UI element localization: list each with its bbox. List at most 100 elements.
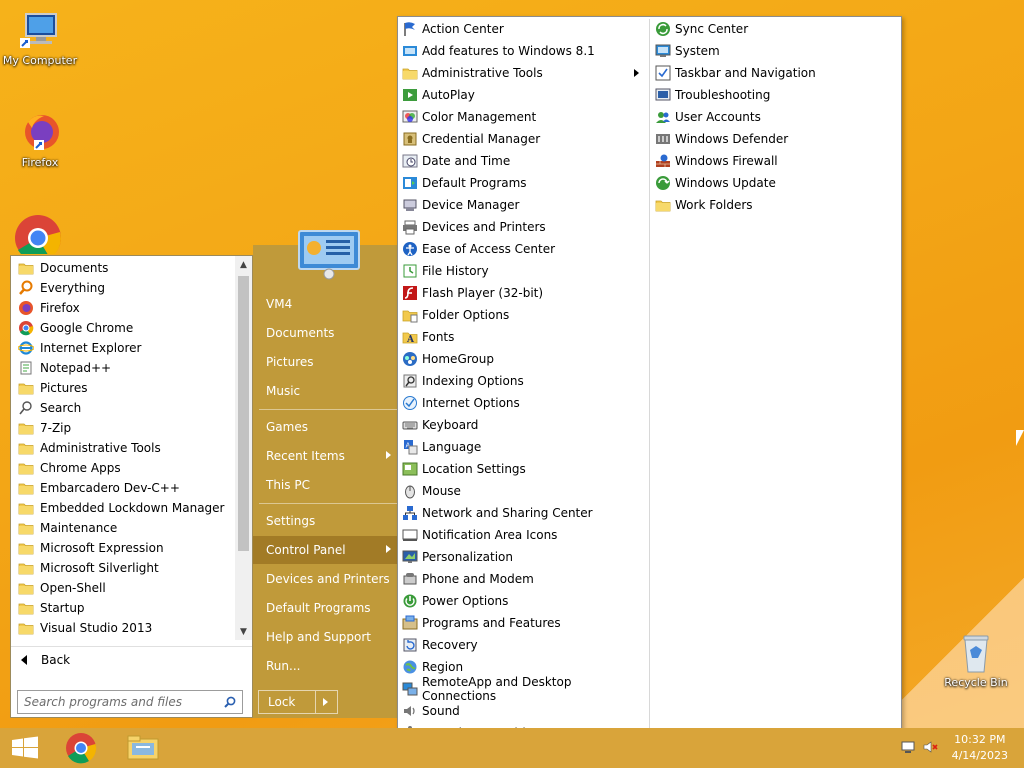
control-panel-item[interactable]: Windows Firewall bbox=[651, 150, 901, 172]
program-item[interactable]: Administrative Tools bbox=[11, 438, 237, 458]
control-panel-item[interactable]: Taskbar and Navigation bbox=[651, 62, 901, 84]
network-tray-icon[interactable] bbox=[900, 740, 916, 754]
control-panel-item[interactable]: A Language bbox=[398, 436, 649, 458]
control-panel-item[interactable]: Phone and Modem bbox=[398, 568, 649, 590]
volume-muted-icon[interactable] bbox=[922, 740, 938, 754]
control-panel-item[interactable]: Administrative Tools bbox=[398, 62, 649, 84]
start-menu-item-label: Help and Support bbox=[266, 630, 371, 644]
start-menu-item-control-panel[interactable]: Control Panel bbox=[253, 536, 397, 564]
program-item[interactable]: Microsoft Expression bbox=[11, 538, 237, 558]
start-menu-item-games[interactable]: Games bbox=[253, 413, 397, 441]
control-panel-item[interactable]: Credential Manager bbox=[398, 128, 649, 150]
control-panel-item[interactable]: Keyboard bbox=[398, 414, 649, 436]
control-panel-item[interactable]: Ease of Access Center bbox=[398, 238, 649, 260]
start-menu-item-documents[interactable]: Documents bbox=[253, 319, 397, 347]
control-panel-item[interactable]: Add features to Windows 8.1 bbox=[398, 40, 649, 62]
control-panel-item[interactable]: Personalization bbox=[398, 546, 649, 568]
back-button[interactable]: Back bbox=[11, 646, 252, 672]
start-menu-item-default-programs[interactable]: Default Programs bbox=[253, 594, 397, 622]
program-item[interactable]: Google Chrome bbox=[11, 318, 237, 338]
control-panel-item-label: Personalization bbox=[422, 550, 513, 564]
control-panel-item[interactable]: A Fonts bbox=[398, 326, 649, 348]
control-panel-item[interactable]: Programs and Features bbox=[398, 612, 649, 634]
program-item[interactable]: Pictures bbox=[11, 378, 237, 398]
update-icon bbox=[655, 175, 671, 191]
user-picture[interactable] bbox=[298, 230, 360, 280]
start-menu-item-this-pc[interactable]: This PC bbox=[253, 471, 397, 499]
start-button[interactable] bbox=[4, 731, 46, 765]
control-panel-item[interactable]: Indexing Options bbox=[398, 370, 649, 392]
control-panel-item[interactable]: Action Center bbox=[398, 18, 649, 40]
start-menu-item-pictures[interactable]: Pictures bbox=[253, 348, 397, 376]
desktop-icon-recycle-bin[interactable]: Recycle Bin bbox=[936, 632, 1016, 689]
scrollbar-thumb[interactable] bbox=[238, 276, 249, 551]
taskbar-file-explorer-button[interactable] bbox=[122, 731, 164, 765]
desktop-icon-my-computer[interactable]: My Computer bbox=[0, 10, 80, 67]
chevron-right-icon bbox=[634, 69, 639, 77]
program-item[interactable]: Embarcadero Dev-C++ bbox=[11, 478, 237, 498]
control-panel-item[interactable]: AutoPlay bbox=[398, 84, 649, 106]
lock-button[interactable]: Lock bbox=[258, 690, 338, 714]
program-item[interactable]: Documents bbox=[11, 258, 237, 278]
program-item[interactable]: 7-Zip bbox=[11, 418, 237, 438]
program-item[interactable]: Firefox bbox=[11, 298, 237, 318]
desktop-icon-chrome-partial[interactable] bbox=[14, 214, 62, 254]
control-panel-item[interactable]: Windows Update bbox=[651, 172, 901, 194]
control-panel-item-label: Language bbox=[422, 440, 482, 454]
control-panel-item[interactable]: Power Options bbox=[398, 590, 649, 612]
start-menu-item-help-and-support[interactable]: Help and Support bbox=[253, 623, 397, 651]
search-icon[interactable] bbox=[224, 696, 236, 708]
control-panel-item[interactable]: User Accounts bbox=[651, 106, 901, 128]
control-panel-item[interactable]: Windows Defender bbox=[651, 128, 901, 150]
start-menu-item-settings[interactable]: Settings bbox=[253, 507, 397, 535]
control-panel-item[interactable]: HomeGroup bbox=[398, 348, 649, 370]
program-item[interactable]: Startup bbox=[11, 598, 237, 618]
control-panel-item[interactable]: Troubleshooting bbox=[651, 84, 901, 106]
control-panel-item[interactable]: Sync Center bbox=[651, 18, 901, 40]
control-panel-item[interactable]: Devices and Printers bbox=[398, 216, 649, 238]
program-item[interactable]: Internet Explorer bbox=[11, 338, 237, 358]
program-item[interactable]: Chrome Apps bbox=[11, 458, 237, 478]
control-panel-item[interactable]: Flash Player (32-bit) bbox=[398, 282, 649, 304]
program-item[interactable]: Notepad++ bbox=[11, 358, 237, 378]
programs-scrollbar[interactable]: ▲ ▼ bbox=[235, 256, 252, 640]
start-menu-item-run[interactable]: Run... bbox=[253, 652, 397, 680]
control-panel-item[interactable]: Notification Area Icons bbox=[398, 524, 649, 546]
program-item[interactable]: Open-Shell bbox=[11, 578, 237, 598]
control-panel-item[interactable]: RemoteApp and Desktop Connections bbox=[398, 675, 649, 703]
program-item[interactable]: Maintenance bbox=[11, 518, 237, 538]
program-item[interactable]: Embedded Lockdown Manager bbox=[11, 498, 237, 518]
program-item[interactable]: Everything bbox=[11, 278, 237, 298]
control-panel-item[interactable]: Date and Time bbox=[398, 150, 649, 172]
start-menu-item-vm4[interactable]: VM4 bbox=[253, 290, 397, 318]
control-panel-item[interactable]: Internet Options bbox=[398, 392, 649, 414]
control-panel-item[interactable]: Location Settings bbox=[398, 458, 649, 480]
control-panel-item-label: Phone and Modem bbox=[422, 572, 534, 586]
control-panel-item[interactable]: Recovery bbox=[398, 634, 649, 656]
search-input[interactable]: Search programs and files bbox=[17, 690, 243, 714]
program-item[interactable]: Visual Studio 2013 bbox=[11, 618, 237, 638]
control-panel-item[interactable]: System bbox=[651, 40, 901, 62]
shutdown-options-arrow-icon[interactable] bbox=[315, 691, 337, 713]
control-panel-item[interactable]: Device Manager bbox=[398, 194, 649, 216]
control-panel-item[interactable]: File History bbox=[398, 260, 649, 282]
scroll-up-icon[interactable]: ▲ bbox=[235, 256, 252, 273]
system-icon bbox=[655, 43, 671, 59]
desktop-icon-firefox[interactable]: Firefox bbox=[0, 112, 80, 169]
scroll-down-icon[interactable]: ▼ bbox=[235, 623, 252, 640]
control-panel-item[interactable]: Work Folders bbox=[651, 194, 901, 216]
program-item[interactable]: Microsoft Silverlight bbox=[11, 558, 237, 578]
windows-logo-icon bbox=[12, 736, 38, 759]
program-item[interactable]: Search bbox=[11, 398, 237, 418]
start-menu-item-music[interactable]: Music bbox=[253, 377, 397, 405]
control-panel-item[interactable]: Network and Sharing Center bbox=[398, 502, 649, 524]
control-panel-item[interactable]: Default Programs bbox=[398, 172, 649, 194]
taskbar-chrome-button[interactable] bbox=[60, 731, 102, 765]
start-menu-item-recent-items[interactable]: Recent Items bbox=[253, 442, 397, 470]
control-panel-item[interactable]: Folder Options bbox=[398, 304, 649, 326]
control-panel-item[interactable]: Color Management bbox=[398, 106, 649, 128]
start-menu-item-devices-and-printers[interactable]: Devices and Printers bbox=[253, 565, 397, 593]
tray-clock[interactable]: 10:32 PM 4/14/2023 bbox=[952, 732, 1008, 764]
control-panel-item[interactable]: Sound bbox=[398, 700, 649, 722]
control-panel-item[interactable]: Mouse bbox=[398, 480, 649, 502]
